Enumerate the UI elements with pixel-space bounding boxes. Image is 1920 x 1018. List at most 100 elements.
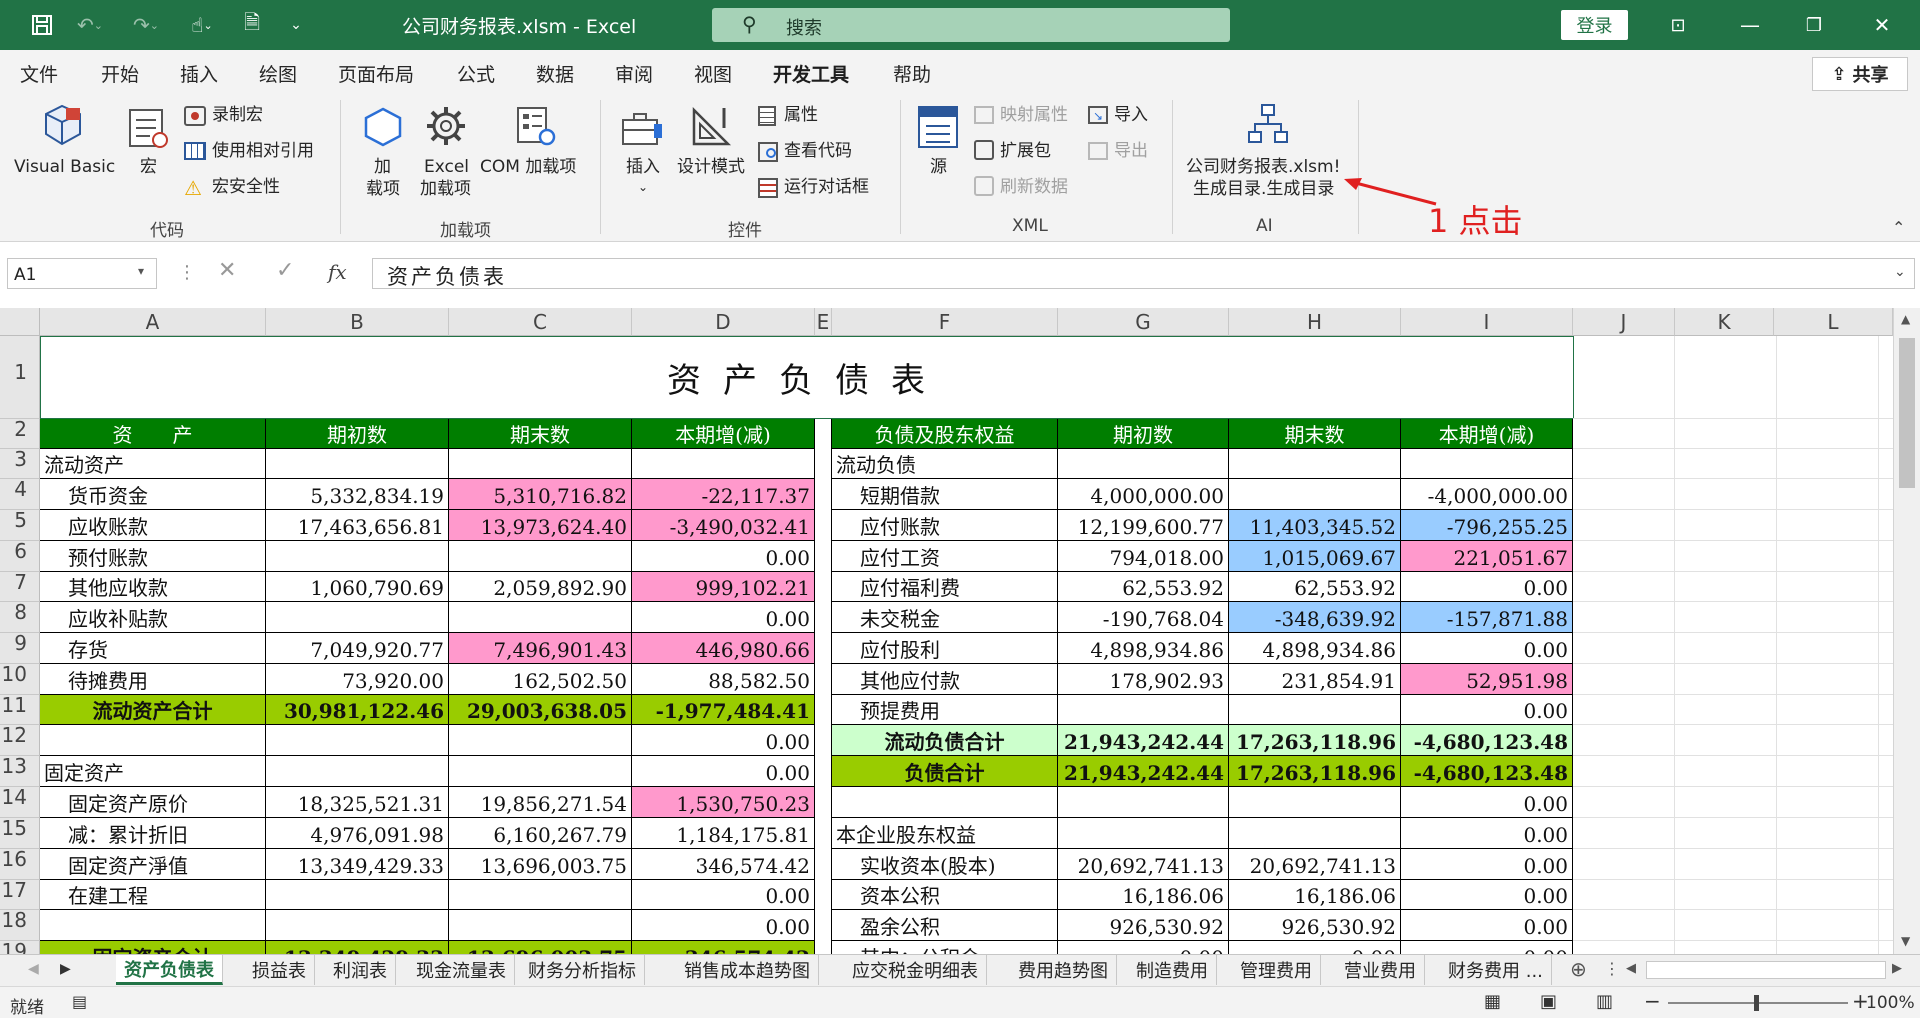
value-cell[interactable]: 4,000,000.00 <box>1058 479 1229 510</box>
column-e-spacer[interactable] <box>815 695 832 725</box>
value-cell[interactable]: 0.00 <box>1401 910 1573 941</box>
value-cell[interactable]: 17,463,656.81 <box>266 510 449 541</box>
column-header-g[interactable]: G <box>1058 308 1229 336</box>
row-label-cell[interactable]: 固定资产 <box>40 756 266 787</box>
empty-cell-row[interactable] <box>1573 633 1893 664</box>
column-header-j[interactable]: J <box>1573 308 1675 336</box>
column-header-a[interactable]: A <box>40 308 266 336</box>
row-label-cell[interactable]: 在建工程 <box>40 880 266 910</box>
enter-formula-icon[interactable]: ✓ <box>276 258 294 283</box>
value-cell[interactable]: 0.00 <box>1401 880 1573 910</box>
column-e-spacer[interactable] <box>815 725 832 756</box>
empty-cell-row[interactable] <box>1573 664 1893 695</box>
customize-qat-icon[interactable]: ⌄ <box>284 8 308 42</box>
value-cell[interactable] <box>1229 787 1401 818</box>
row-label-cell[interactable]: 固定资产原价 <box>40 787 266 818</box>
horizontal-scrollbar[interactable] <box>1646 961 1886 979</box>
column-e-spacer[interactable] <box>815 633 832 664</box>
value-cell[interactable] <box>266 910 449 941</box>
empty-cell-row[interactable] <box>1573 756 1893 787</box>
row-label-cell[interactable]: 应付账款 <box>832 510 1058 541</box>
restore-icon[interactable]: ❐ <box>1800 8 1828 42</box>
page-break-view-icon[interactable]: ▥ <box>1596 991 1613 1012</box>
accessibility-icon[interactable]: ▤ <box>72 992 87 1011</box>
empty-cell-row[interactable] <box>1573 541 1893 572</box>
worksheet-grid[interactable]: ABCDEFGHIJKL 1 2 3 4 5 6 7 8 9 10 11 12 13 14 15 16 17 18… <box>0 308 1920 954</box>
tab-file[interactable]: 文件 <box>20 60 58 87</box>
table-header-cell[interactable]: 期末数 <box>449 419 632 449</box>
value-cell[interactable] <box>1058 449 1229 479</box>
row-label-cell[interactable]: 本企业股东权益 <box>832 818 1058 849</box>
row-label-cell[interactable]: 其他应付款 <box>832 664 1058 695</box>
value-cell[interactable] <box>266 725 449 756</box>
value-cell[interactable]: 0.00 <box>632 910 815 941</box>
value-cell[interactable]: 0.00 <box>632 880 815 910</box>
value-cell[interactable]: 88,582.50 <box>632 664 815 695</box>
close-icon[interactable]: ✕ <box>1868 8 1896 42</box>
scroll-thumb[interactable] <box>1899 338 1915 488</box>
value-cell[interactable]: 29,003,638.05 <box>449 695 632 725</box>
value-cell[interactable]: 7,496,901.43 <box>449 633 632 664</box>
row-label-cell[interactable]: 应收账款 <box>40 510 266 541</box>
empty-cell-row[interactable] <box>1573 818 1893 849</box>
value-cell[interactable]: 62,553.92 <box>1058 572 1229 602</box>
column-e-spacer[interactable] <box>815 419 832 449</box>
empty-cell-row[interactable] <box>1573 880 1893 910</box>
sheet-tab[interactable]: 营业费用 <box>1336 955 1425 985</box>
value-cell[interactable]: 11,403,345.52 <box>1229 510 1401 541</box>
zoom-out-icon[interactable]: − <box>1644 989 1661 1013</box>
value-cell[interactable]: 926,530.92 <box>1229 910 1401 941</box>
value-cell[interactable] <box>1229 449 1401 479</box>
hscroll-right-icon[interactable]: ▶ <box>1892 961 1902 976</box>
value-cell[interactable]: 1,060,790.69 <box>266 572 449 602</box>
column-e-spacer[interactable] <box>815 787 832 818</box>
value-cell[interactable] <box>266 880 449 910</box>
row-label-cell[interactable] <box>40 910 266 941</box>
value-cell[interactable]: 20,692,741.13 <box>1058 849 1229 880</box>
sheet-tab[interactable]: 财务分析指标 <box>520 955 645 985</box>
table-header-cell[interactable]: 负债及股东权益 <box>832 419 1058 449</box>
empty-cell-row[interactable] <box>1573 941 1893 954</box>
formula-input[interactable]: 资产负债表 <box>372 258 1915 289</box>
column-header-l[interactable]: L <box>1774 308 1893 336</box>
column-e-spacer[interactable] <box>815 941 832 954</box>
value-cell[interactable]: 16,186.06 <box>1058 880 1229 910</box>
value-cell[interactable]: 1,015,069.67 <box>1229 541 1401 572</box>
sheet-tab[interactable]: 利润表 <box>325 955 396 985</box>
value-cell[interactable] <box>1401 449 1573 479</box>
value-cell[interactable]: 4,976,091.98 <box>266 818 449 849</box>
column-e-spacer[interactable] <box>815 664 832 695</box>
more-tabs-icon[interactable]: ⋮ <box>1604 959 1620 978</box>
value-cell[interactable]: 2,059,892.90 <box>449 572 632 602</box>
row-label-cell[interactable]: 实收资本(股本) <box>832 849 1058 880</box>
value-cell[interactable] <box>1229 695 1401 725</box>
tab-view[interactable]: 视图 <box>694 60 732 87</box>
document-icon[interactable]: 🗎 <box>240 8 264 42</box>
zoom-slider-thumb[interactable] <box>1754 995 1759 1011</box>
row-header[interactable]: 19 <box>0 939 40 954</box>
empty-cell-row[interactable] <box>1573 449 1893 479</box>
value-cell[interactable]: -4,680,123.48 <box>1401 756 1573 787</box>
value-cell[interactable]: 30,981,122.46 <box>266 695 449 725</box>
tab-scroll-left-icon[interactable]: ◀ <box>28 961 39 977</box>
table-header-cell[interactable]: 本期增(减) <box>1401 419 1573 449</box>
row-header[interactable]: 1 <box>0 336 40 419</box>
row-label-cell[interactable]: 应收补贴款 <box>40 602 266 633</box>
sheet-tab[interactable]: 损益表 <box>244 955 315 985</box>
value-cell[interactable]: 17,263,118.96 <box>1229 725 1401 756</box>
row-label-cell[interactable]: 应付福利费 <box>832 572 1058 602</box>
value-cell[interactable]: 17,263,118.96 <box>1229 756 1401 787</box>
row-label-cell[interactable]: 应付工资 <box>832 541 1058 572</box>
value-cell[interactable] <box>266 541 449 572</box>
value-cell[interactable]: 162,502.50 <box>449 664 632 695</box>
sheet-tab[interactable]: 管理费用 <box>1232 955 1321 985</box>
column-e-spacer[interactable] <box>815 880 832 910</box>
value-cell[interactable]: 0.00 <box>1401 818 1573 849</box>
sheet-tab[interactable]: 资产负债表 <box>116 955 223 985</box>
value-cell[interactable] <box>449 880 632 910</box>
empty-cell-row[interactable] <box>1573 419 1893 449</box>
row-label-cell[interactable]: 存货 <box>40 633 266 664</box>
cancel-formula-icon[interactable]: ✕ <box>218 258 236 283</box>
value-cell[interactable]: 20,692,741.13 <box>1229 849 1401 880</box>
insert-function-icon[interactable]: fx <box>328 260 347 284</box>
